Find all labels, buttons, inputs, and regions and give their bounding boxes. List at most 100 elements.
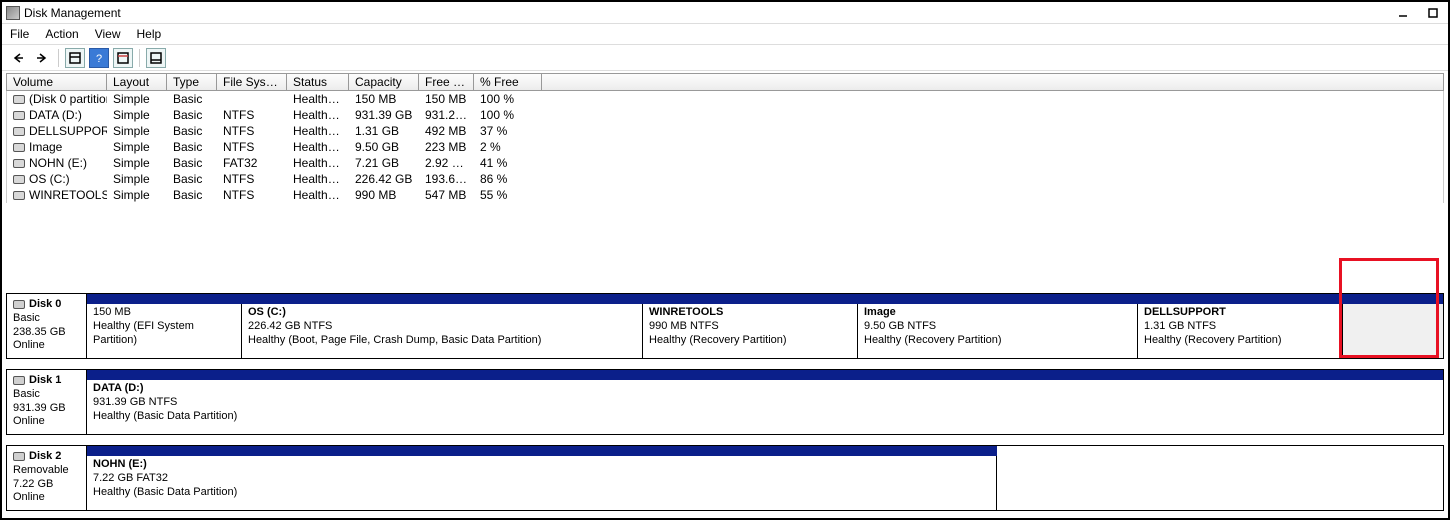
menubar: File Action View Help [2, 24, 1448, 45]
disk-graphical-view: Disk 0 Basic 238.35 GB Online 150 MB Hea… [6, 293, 1444, 511]
partition-status: Healthy (Recovery Partition) [1144, 334, 1336, 348]
volume-row[interactable]: DELLSUPPORTSimpleBasicNTFSHealthy (R...1… [7, 123, 1443, 139]
disk-block-0[interactable]: Disk 0 Basic 238.35 GB Online 150 MB Hea… [6, 293, 1444, 359]
partition[interactable]: Image 9.50 GB NTFS Healthy (Recovery Par… [858, 304, 1138, 358]
volume-status: Healthy (R... [287, 188, 349, 202]
menu-view[interactable]: View [95, 27, 121, 41]
volume-status: Healthy (R... [287, 140, 349, 154]
volume-freespace: 193.68 GB [419, 172, 474, 186]
partition-status: Healthy (Recovery Partition) [649, 334, 851, 348]
menu-help[interactable]: Help [137, 27, 162, 41]
disk-block-2[interactable]: Disk 2 Removable 7.22 GB Online NOHN (E:… [6, 445, 1444, 511]
partition[interactable]: OS (C:) 226.42 GB NTFS Healthy (Boot, Pa… [242, 304, 643, 358]
volume-status: Healthy (B... [287, 108, 349, 122]
disk-type: Basic [13, 388, 80, 402]
volume-capacity: 990 MB [349, 188, 419, 202]
drive-icon [13, 175, 25, 184]
partition-name: DATA (D:) [93, 382, 1437, 396]
disk-label: Disk 1 Basic 931.39 GB Online [7, 370, 87, 434]
volume-type: Basic [167, 156, 217, 170]
minimize-button[interactable] [1394, 6, 1412, 20]
svg-text:?: ? [96, 53, 102, 64]
volume-capacity: 9.50 GB [349, 140, 419, 154]
toolbar-separator [58, 49, 59, 67]
partition-name: WINRETOOLS [649, 306, 851, 320]
volume-type: Basic [167, 108, 217, 122]
partition-size: 931.39 GB NTFS [93, 396, 1437, 410]
col-capacity[interactable]: Capacity [349, 74, 419, 90]
view-bottom-button[interactable] [146, 48, 166, 68]
volume-capacity: 7.21 GB [349, 156, 419, 170]
volume-row[interactable]: NOHN (E:)SimpleBasicFAT32Healthy (B...7.… [7, 155, 1443, 171]
toolbar-separator-2 [139, 49, 140, 67]
partition[interactable]: DATA (D:) 931.39 GB NTFS Healthy (Basic … [87, 380, 1443, 434]
volume-row[interactable]: ImageSimpleBasicNTFSHealthy (R...9.50 GB… [7, 139, 1443, 155]
partition-size: 1.31 GB NTFS [1144, 320, 1336, 334]
disk-header-stripe [87, 294, 1443, 304]
disk-state: Online [13, 491, 80, 505]
col-volume[interactable]: Volume [7, 74, 107, 90]
disk-icon [13, 452, 25, 461]
disk-state: Online [13, 415, 80, 429]
volume-row[interactable]: WINRETOOLSSimpleBasicNTFSHealthy (R...99… [7, 187, 1443, 203]
menu-action[interactable]: Action [45, 27, 78, 41]
partition[interactable]: NOHN (E:) 7.22 GB FAT32 Healthy (Basic D… [87, 456, 997, 510]
disk-type: Removable [13, 464, 80, 478]
partition[interactable]: 150 MB Healthy (EFI System Partition) [87, 304, 242, 358]
volume-row[interactable]: DATA (D:)SimpleBasicNTFSHealthy (B...931… [7, 107, 1443, 123]
unallocated-space[interactable] [1343, 304, 1358, 358]
drive-icon [13, 111, 25, 120]
col-type[interactable]: Type [167, 74, 217, 90]
partition-size: 226.42 GB NTFS [248, 320, 636, 334]
volume-layout: Simple [107, 172, 167, 186]
partition-name: DELLSUPPORT [1144, 306, 1336, 320]
volume-freespace: 547 MB [419, 188, 474, 202]
disk-label: Disk 2 Removable 7.22 GB Online [7, 446, 87, 510]
volume-name: DATA (D:) [29, 108, 82, 122]
disk-name: Disk 2 [29, 450, 61, 464]
volume-row[interactable]: (Disk 0 partition 1)SimpleBasicHealthy (… [7, 91, 1443, 107]
titlebar: Disk Management [2, 2, 1448, 24]
view-top-button[interactable] [113, 48, 133, 68]
col-pctfree[interactable]: % Free [474, 74, 542, 90]
volume-freespace: 931.26 GB [419, 108, 474, 122]
disk-size: 7.22 GB [13, 478, 80, 492]
drive-icon [13, 191, 25, 200]
col-status[interactable]: Status [287, 74, 349, 90]
forward-button[interactable] [32, 48, 52, 68]
empty-space [997, 456, 1443, 510]
menu-file[interactable]: File [10, 27, 29, 41]
partition[interactable]: WINRETOOLS 990 MB NTFS Healthy (Recovery… [643, 304, 858, 358]
disk-state: Online [13, 339, 80, 353]
volume-freespace: 223 MB [419, 140, 474, 154]
volume-row[interactable]: OS (C:)SimpleBasicNTFSHealthy (B...226.4… [7, 171, 1443, 187]
disk-icon [13, 376, 25, 385]
disk-name: Disk 1 [29, 374, 61, 388]
partition-status: Healthy (Basic Data Partition) [93, 486, 990, 500]
volume-layout: Simple [107, 156, 167, 170]
volume-list-header[interactable]: Volume Layout Type File System Status Ca… [6, 73, 1444, 91]
partition[interactable]: DELLSUPPORT 1.31 GB NTFS Healthy (Recove… [1138, 304, 1343, 358]
volume-capacity: 1.31 GB [349, 124, 419, 138]
maximize-button[interactable] [1424, 6, 1442, 20]
volume-list[interactable]: (Disk 0 partition 1)SimpleBasicHealthy (… [6, 91, 1444, 203]
disk-size: 238.35 GB [13, 326, 80, 340]
col-freespace[interactable]: Free Spa... [419, 74, 474, 90]
volume-status: Healthy (E... [287, 92, 349, 106]
volume-filesystem: NTFS [217, 188, 287, 202]
volume-type: Basic [167, 92, 217, 106]
partition-name: OS (C:) [248, 306, 636, 320]
volume-layout: Simple [107, 124, 167, 138]
volume-status: Healthy (R... [287, 124, 349, 138]
volume-layout: Simple [107, 92, 167, 106]
back-button[interactable] [8, 48, 28, 68]
show-hide-tree-button[interactable] [65, 48, 85, 68]
partition-size: 990 MB NTFS [649, 320, 851, 334]
col-filesystem[interactable]: File System [217, 74, 287, 90]
disk-block-1[interactable]: Disk 1 Basic 931.39 GB Online DATA (D:) … [6, 369, 1444, 435]
unallocated-space[interactable] [1358, 304, 1443, 358]
help-button[interactable]: ? [89, 48, 109, 68]
disk-size: 931.39 GB [13, 402, 80, 416]
col-layout[interactable]: Layout [107, 74, 167, 90]
volume-pctfree: 100 % [474, 92, 542, 106]
